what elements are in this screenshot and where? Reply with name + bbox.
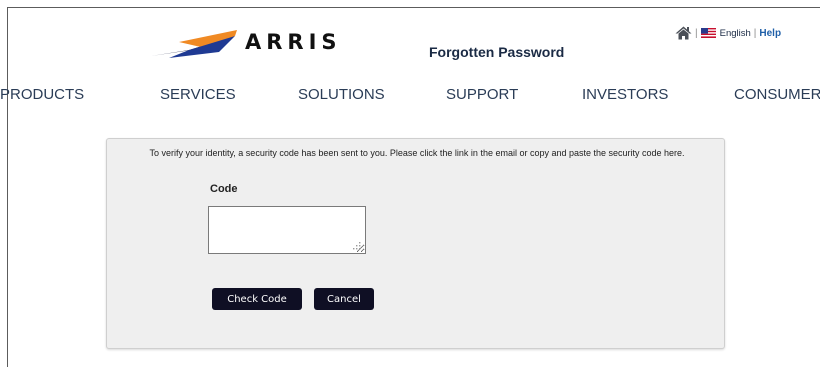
utility-links: | English | Help (675, 24, 781, 42)
separator: | (695, 27, 698, 39)
nav-item-investors[interactable]: INVESTORS (582, 86, 668, 103)
code-input[interactable] (208, 206, 366, 254)
home-icon[interactable] (675, 26, 692, 40)
instructions-text: To verify your identity, a security code… (149, 148, 685, 158)
logo-wordmark: ARRIS (245, 30, 342, 54)
code-label: Code (210, 183, 238, 195)
nav-item-solutions[interactable]: SOLUTIONS (298, 86, 385, 103)
arris-swoosh-icon (151, 30, 237, 58)
verification-panel: To verify your identity, a security code… (106, 138, 725, 349)
cancel-button[interactable]: Cancel (314, 288, 374, 310)
nav-item-products[interactable]: PRODUCTS (0, 86, 84, 103)
language-link[interactable]: English (720, 28, 751, 39)
us-flag-icon (700, 28, 716, 38)
arris-logo[interactable]: ARRIS (149, 28, 369, 62)
page-title: Forgotten Password (429, 44, 565, 60)
nav-item-consumers[interactable]: CONSUMERS (734, 86, 820, 103)
separator: | (753, 27, 757, 39)
help-link[interactable]: Help (759, 28, 781, 39)
nav-item-services[interactable]: SERVICES (160, 86, 236, 103)
check-code-button[interactable]: Check Code (212, 288, 302, 310)
nav-item-support[interactable]: SUPPORT (446, 86, 518, 103)
